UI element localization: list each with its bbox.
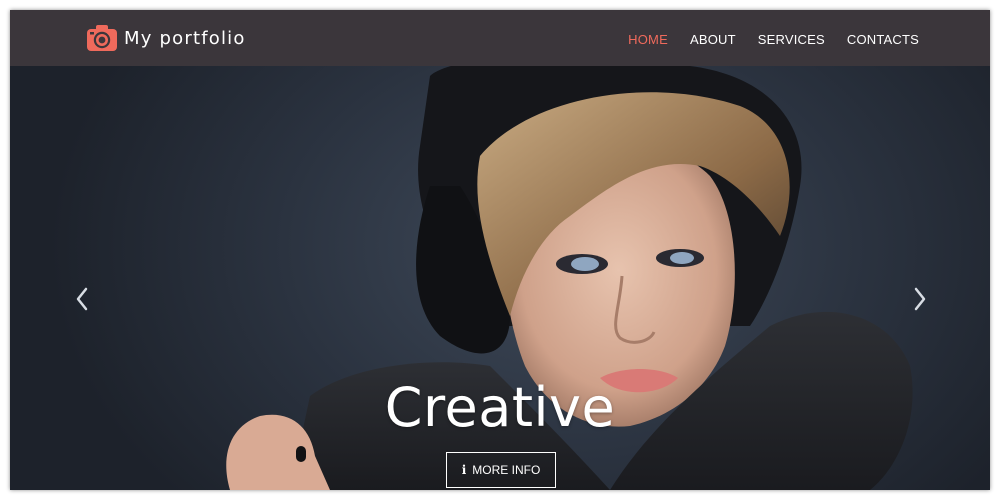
nav-item-contacts: CONTACTS [847,29,919,48]
hero-carousel: Creative i MORE INFO [10,66,990,490]
brand-name: My portfolio [124,27,246,49]
nav-link-contacts[interactable]: CONTACTS [847,32,919,47]
top-navbar: My portfolio HOME ABOUT SERVICES CONTACT… [10,10,990,66]
nav-item-about: ABOUT [690,29,736,48]
page-frame: My portfolio HOME ABOUT SERVICES CONTACT… [10,10,990,490]
carousel-prev-button[interactable] [70,284,94,314]
nav-item-home: HOME [628,29,668,48]
chevron-left-icon [76,287,88,311]
nav-link-about[interactable]: ABOUT [690,32,736,47]
info-icon: i [461,463,467,477]
nav-item-services: SERVICES [758,29,825,48]
more-info-button[interactable]: i MORE INFO [446,452,556,488]
carousel-next-button[interactable] [908,284,932,314]
more-info-label: MORE INFO [472,463,541,477]
brand-logo-link[interactable]: My portfolio [86,22,246,54]
camera-icon [87,25,117,51]
main-nav: HOME ABOUT SERVICES CONTACTS [628,10,919,66]
nav-link-services[interactable]: SERVICES [758,32,825,47]
hero-caption: Creative [384,376,616,439]
chevron-right-icon [914,287,926,311]
nav-link-home[interactable]: HOME [628,32,668,47]
